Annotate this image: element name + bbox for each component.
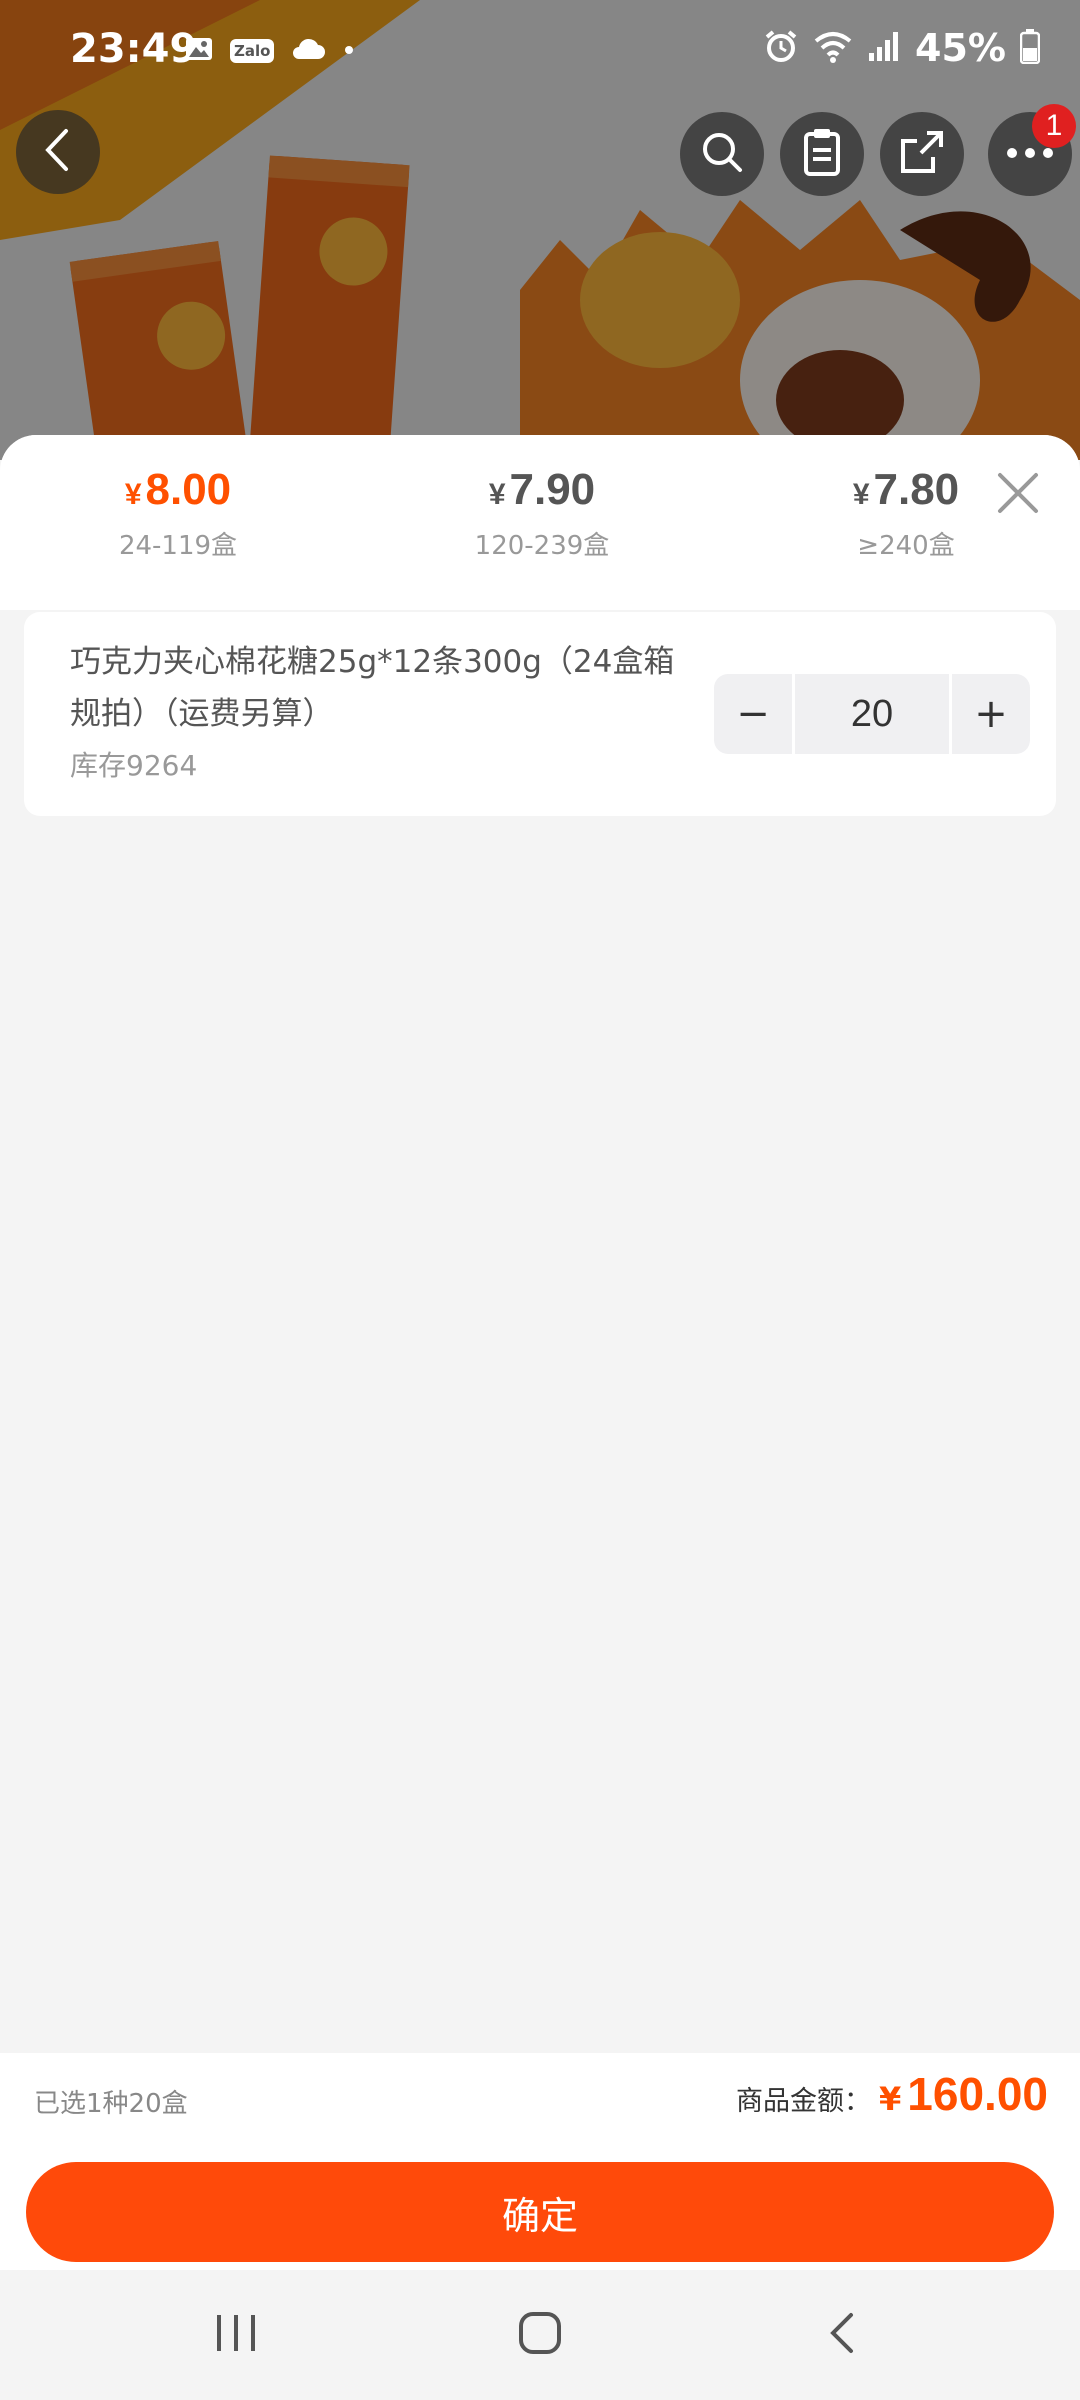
back-nav-icon — [827, 2311, 857, 2359]
confirm-bar: 确定 — [0, 2153, 1080, 2273]
tier-price-value: 8.00 — [145, 465, 232, 514]
home-icon — [518, 2311, 562, 2359]
price-tiers: ¥8.00 24-119盒 ¥7.90 120-239盒 ¥7.80 ≥240盒 — [0, 435, 1080, 610]
tier-price-value: 7.90 — [509, 465, 596, 514]
cloud-icon — [290, 37, 326, 65]
battery-percent: 45% — [915, 26, 1006, 70]
recent-apps-button[interactable] — [186, 2300, 286, 2370]
price-tier-2: ¥7.90 120-239盒 — [392, 465, 692, 562]
zalo-icon: Zalo — [230, 39, 275, 63]
amount-summary: 商品金额： ¥ 160.00 — [736, 2067, 1048, 2121]
alarm-icon — [763, 28, 799, 68]
quantity-stepper: − 20 + — [714, 674, 1030, 754]
signal-icon — [867, 29, 901, 67]
close-icon — [990, 473, 1046, 525]
battery-icon — [1019, 28, 1041, 68]
tier-range: 24-119盒 — [118, 531, 238, 561]
status-right-icons: 45% — [763, 26, 1041, 70]
share-icon — [897, 127, 947, 181]
close-button[interactable] — [990, 465, 1046, 521]
status-bar: 23:49 Zalo 45% — [0, 0, 1080, 100]
dot-icon — [342, 42, 356, 61]
selected-summary: 已选1种20盒 — [34, 2089, 188, 2119]
sku-selection-sheet: ¥8.00 24-119盒 ¥7.90 120-239盒 ¥7.80 ≥240盒… — [0, 435, 1080, 2400]
more-button[interactable]: 1 — [988, 104, 1076, 196]
sku-title: 巧克力夹心棉花糖25g*12条300g（24盒箱规拍）（运费另算） — [70, 644, 675, 732]
tier-price: ¥8.00 — [28, 465, 328, 515]
back-button[interactable] — [16, 110, 100, 194]
tier-range: ≥240盒 — [857, 531, 955, 561]
clipboard-button[interactable] — [780, 112, 864, 196]
decrease-button[interactable]: − — [714, 674, 792, 754]
back-icon — [38, 125, 78, 179]
more-icon — [1005, 145, 1055, 164]
tier-range: 120-239盒 — [474, 531, 610, 561]
search-icon — [698, 128, 746, 180]
system-nav-bar — [0, 2270, 1080, 2400]
tier-price: ¥7.90 — [392, 465, 692, 515]
currency-symbol: ¥ — [488, 478, 506, 511]
share-button[interactable] — [880, 112, 964, 196]
confirm-button[interactable]: 确定 — [26, 2162, 1054, 2262]
notification-badge: 1 — [1032, 104, 1076, 148]
quantity-input[interactable]: 20 — [795, 674, 949, 754]
currency-symbol: ¥ — [852, 478, 870, 511]
search-button[interactable] — [680, 112, 764, 196]
currency-symbol: ¥ — [124, 478, 142, 511]
total-amount: 160.00 — [907, 2068, 1048, 2120]
clipboard-icon — [798, 126, 846, 182]
home-button[interactable] — [490, 2300, 590, 2370]
sku-item-card: 巧克力夹心棉花糖25g*12条300g（24盒箱规拍）（运费另算） 库存9264… — [24, 612, 1056, 816]
gallery-icon — [184, 34, 214, 68]
nav-back-button[interactable] — [792, 2300, 892, 2370]
tier-price-value: 7.80 — [873, 465, 960, 514]
status-time: 23:49 — [70, 26, 198, 72]
wifi-icon — [813, 29, 853, 67]
currency-symbol: ¥ — [879, 2080, 902, 2118]
status-left-icons: Zalo — [184, 34, 356, 68]
increase-button[interactable]: + — [952, 674, 1030, 754]
recent-apps-icon — [213, 2313, 259, 2357]
sku-stock: 库存9264 — [70, 749, 198, 782]
price-tier-1: ¥8.00 24-119盒 — [28, 465, 328, 562]
order-summary: 已选1种20盒 商品金额： ¥ 160.00 — [0, 2053, 1080, 2153]
amount-label: 商品金额： — [736, 2086, 872, 2117]
